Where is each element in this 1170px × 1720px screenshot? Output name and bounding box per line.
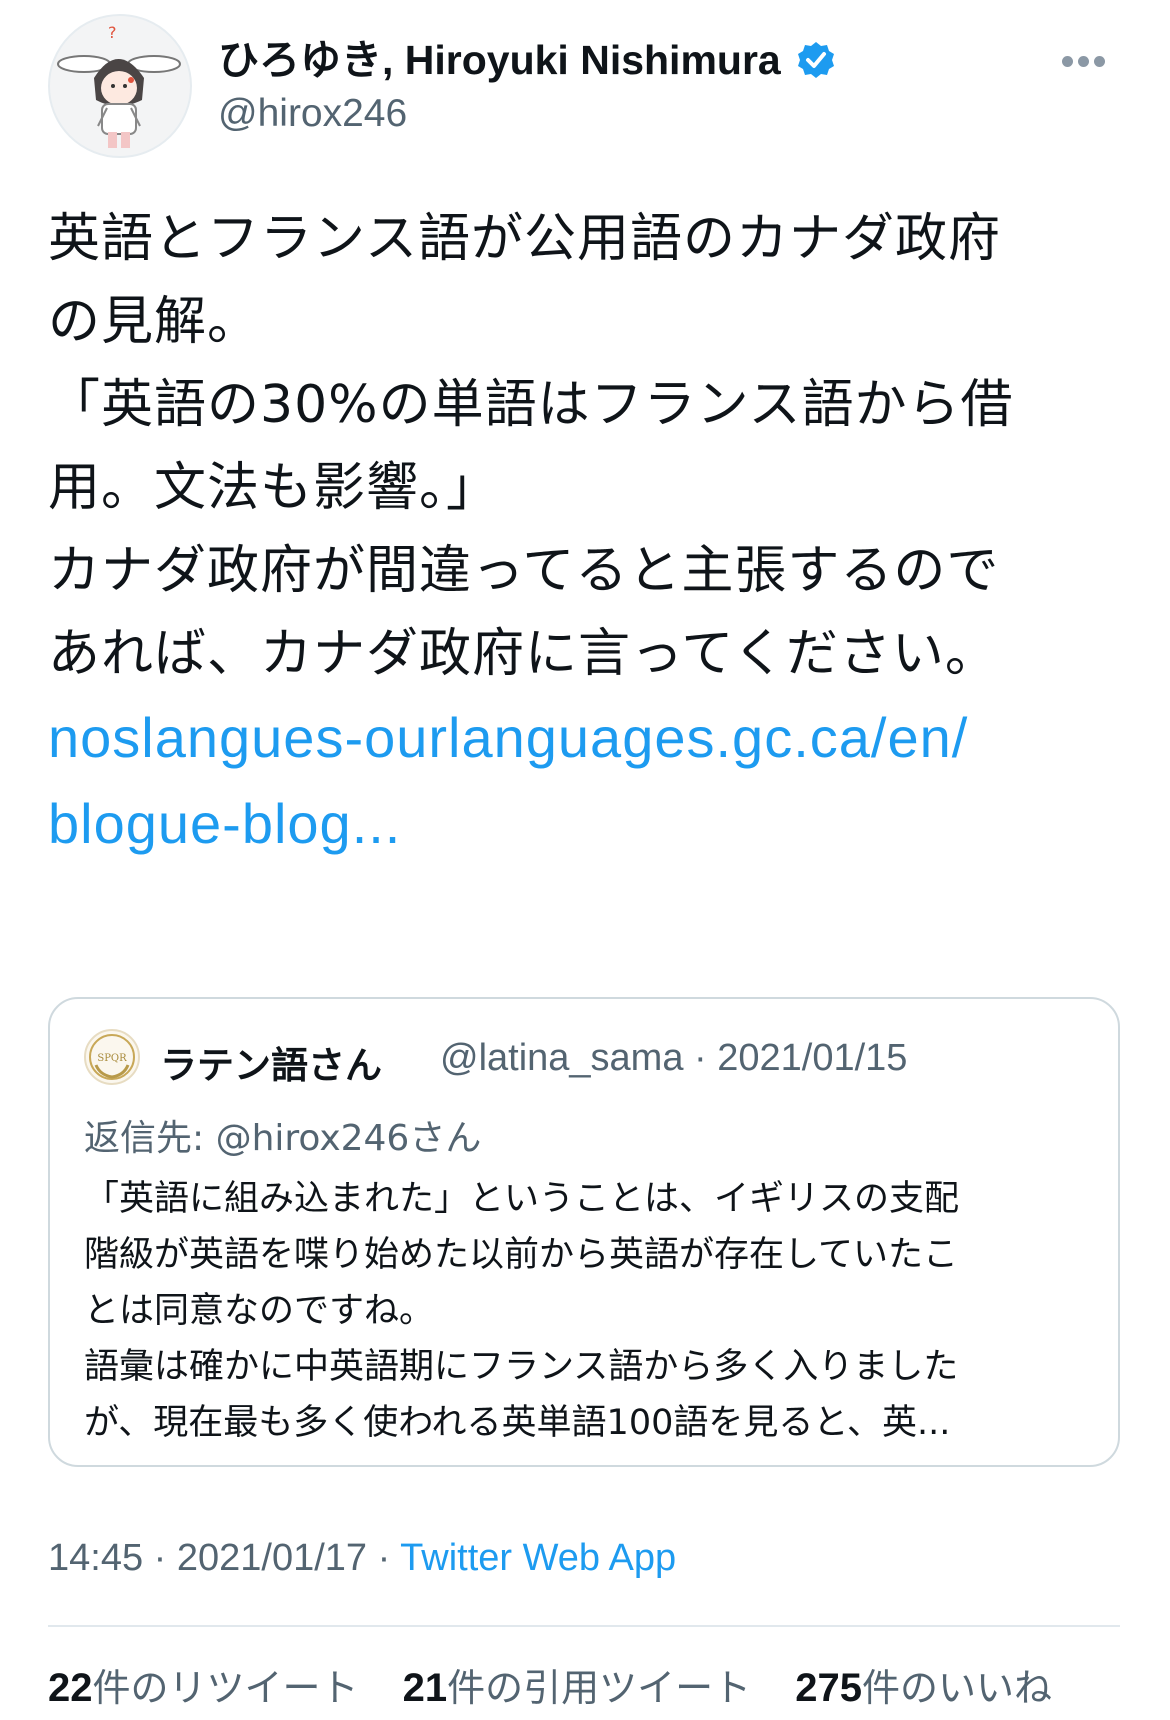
tweet-link[interactable]: noslangues-ourlanguages.gc.ca/en/ xyxy=(48,706,968,769)
quoted-text-line: が、現在最も多く使われる英単語100語を見ると、英... xyxy=(84,1403,951,1443)
retweets-count: 22 xyxy=(48,1666,93,1710)
retweets-label: 件のリツイート xyxy=(92,1666,359,1710)
quoted-display-name: ラテン語さん xyxy=(160,1044,382,1087)
tweet-text-line: 「英語の30%の単語はフランス語から借 xyxy=(48,375,1014,435)
quoted-tweet-card[interactable]: SPQR ラテン語さん @latina_sama · 2021/01/15 返信… xyxy=(48,997,1120,1467)
quoted-handle-date: @latina_sama · 2021/01/15 xyxy=(440,1037,908,1079)
quoted-tweet-body: 「英語に組み込まれた」ということは、イギリスの支配 階級が英語を喋り始めた以前か… xyxy=(84,1171,1094,1451)
author-avatar[interactable]: ? xyxy=(48,14,192,158)
tweet-text-line: 用。文法も影響。」 xyxy=(48,458,500,518)
divider xyxy=(48,1625,1120,1627)
author-names: ひろゆき, Hiroyuki Nishimura @hirox246 xyxy=(218,36,836,136)
likes-label: 件のいいね xyxy=(861,1666,1052,1710)
likes-count: 275 xyxy=(795,1666,862,1710)
tweet-body: 英語とフランス語が公用語のカナダ政府 の見解。 「英語の30%の単語はフランス語… xyxy=(48,198,1128,868)
engagement-stats: 22件のリツイート 21件の引用ツイート 275件のいいね xyxy=(48,1657,1084,1712)
quoted-text-line: 語彙は確かに中英語期にフランス語から多く入りました xyxy=(84,1347,959,1387)
quotes-count: 21 xyxy=(402,1666,448,1710)
quoted-text-line: 「英語に組み込まれた」ということは、イギリスの支配 xyxy=(84,1179,960,1219)
retweets-stat[interactable]: 22件のリツイート xyxy=(48,1657,359,1712)
quoted-text-line: とは同意なのですね。 xyxy=(84,1291,435,1331)
quotes-label: 件の引用ツイート xyxy=(447,1666,752,1710)
likes-stat[interactable]: 275件のいいね xyxy=(795,1657,1052,1712)
author-handle[interactable]: @hirox246 xyxy=(218,92,836,136)
verified-badge-icon xyxy=(797,42,834,78)
spqr-laurel-avatar-icon: SPQR xyxy=(89,1034,135,1080)
svg-text:SPQR: SPQR xyxy=(97,1053,127,1064)
source-app-link[interactable]: Twitter Web App xyxy=(400,1537,676,1579)
timestamp-text[interactable]: 14:45 · 2021/01/17 · xyxy=(48,1537,400,1579)
more-horizontal-icon[interactable] xyxy=(1062,52,1114,72)
tweet-link-continued[interactable]: blogue-blog... xyxy=(48,792,401,855)
svg-text:?: ? xyxy=(108,23,117,42)
tweet-text-line: の見解。 xyxy=(48,292,261,352)
author-display-name[interactable]: ひろゆき, Hiroyuki Nishimura xyxy=(218,36,781,84)
tweet-text-line: 英語とフランス語が公用語のカナダ政府 xyxy=(48,209,1001,269)
quoted-reply-to: 返信先: @hirox246さん xyxy=(84,1118,482,1159)
quoted-author-avatar[interactable]: SPQR xyxy=(84,1029,140,1085)
quoted-text-line: 階級が英語を喋り始めた以前から英語が存在していたこ xyxy=(84,1235,958,1275)
bunny-ear-character-avatar-icon: ? xyxy=(57,23,181,148)
tweet-timestamp: 14:45 · 2021/01/17 · Twitter Web App xyxy=(48,1537,676,1580)
tweet-header: ? ひろゆき, Hiroyuki Nishimura @hirox246 xyxy=(48,14,1122,162)
quote-tweets-stat[interactable]: 21件の引用ツイート xyxy=(403,1657,752,1712)
tweet-text-line: カナダ政府が間違ってると主張するので xyxy=(48,541,1000,601)
tweet-text-line: あれば、カナダ政府に言ってください。 xyxy=(48,624,998,684)
